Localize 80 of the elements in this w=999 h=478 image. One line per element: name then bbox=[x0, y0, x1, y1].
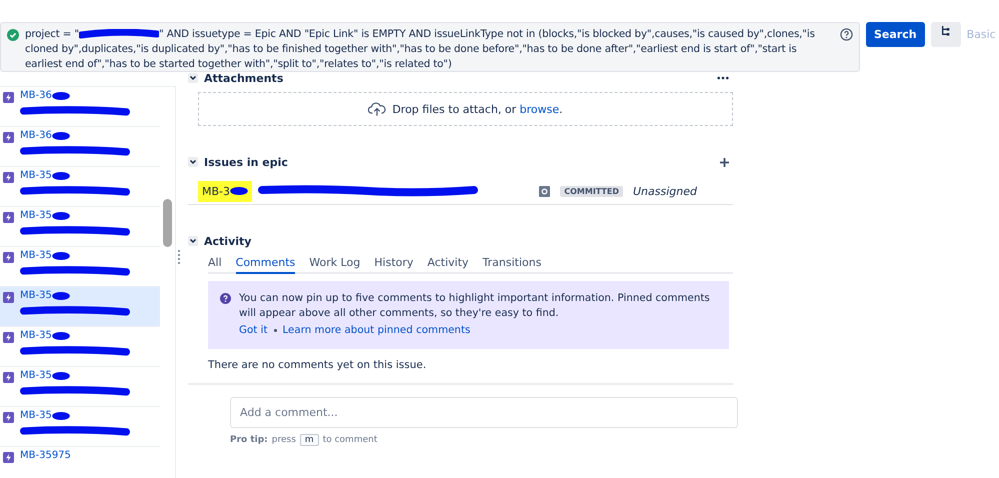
epic-icon bbox=[3, 452, 14, 463]
issue-key[interactable]: MB-35975 bbox=[20, 450, 71, 461]
activity-tab[interactable]: History bbox=[374, 256, 414, 272]
drop-zone[interactable]: Drop files to attach, or browse. bbox=[198, 92, 733, 126]
add-icon[interactable] bbox=[720, 158, 729, 166]
collapse-toggle[interactable] bbox=[188, 73, 198, 83]
epic-icon bbox=[3, 92, 14, 103]
collapse-toggle[interactable] bbox=[188, 236, 198, 246]
learn-more-link[interactable]: Learn more about pinned comments bbox=[282, 323, 470, 338]
activity-tab[interactable]: Transitions bbox=[482, 256, 542, 272]
section-title: Issues in epic bbox=[204, 156, 288, 168]
issue-key[interactable]: MB-35 bbox=[20, 330, 52, 341]
redaction-mark bbox=[52, 172, 70, 180]
valid-check-icon bbox=[7, 29, 19, 41]
query-text: project = " " AND issuetype = Epic AND "Epic Link" is EMPTY AND issueLinkType not in (blocks,"is blocked by",causes,"is caused by",clones,"is cloned by",duplicates,"is duplicated by","has to be finished together with","has to be done before","has to be done after","earliest end is start of","start is earliest end of","has to be started together with","split to","relates to","is related to") bbox=[25, 27, 816, 67]
issue-key[interactable]: MB-35 bbox=[20, 210, 52, 221]
redaction-mark bbox=[52, 292, 70, 300]
issue-list-item[interactable]: MB-35 bbox=[0, 367, 160, 407]
issue-key[interactable]: MB-35 bbox=[20, 370, 52, 381]
activity-tab[interactable]: Comments bbox=[236, 256, 296, 274]
redaction-mark bbox=[52, 212, 70, 220]
issue-list-item[interactable]: MB-35 bbox=[0, 287, 160, 327]
epic-icon bbox=[3, 412, 14, 423]
pro-tip-label: Pro tip: bbox=[230, 435, 268, 445]
issue-key[interactable]: MB-36 bbox=[20, 90, 52, 101]
epic-icon bbox=[3, 132, 14, 143]
query-field[interactable] bbox=[0, 22, 860, 72]
issue-key[interactable]: MB-35 bbox=[20, 250, 52, 261]
activity-tab[interactable]: Activity bbox=[427, 256, 469, 272]
got-it-link[interactable]: Got it bbox=[239, 323, 268, 338]
more-icon[interactable] bbox=[717, 76, 729, 80]
highlighted-issue-key[interactable]: MB-3 bbox=[198, 180, 252, 202]
issue-list-item[interactable]: MB-35975 bbox=[0, 447, 160, 478]
pro-tip-text: press bbox=[272, 435, 296, 445]
issue-key[interactable]: MB-35 bbox=[20, 170, 52, 181]
info-text: You can now pin up to five comments to highlight important information. Pinned comments will appear above all other comments, so they're easy to find. bbox=[239, 291, 711, 321]
redaction-mark bbox=[52, 412, 70, 420]
help-icon[interactable] bbox=[840, 28, 853, 41]
priority-icon bbox=[539, 186, 550, 196]
resize-handle[interactable] bbox=[178, 250, 182, 264]
redaction-mark bbox=[52, 332, 70, 340]
drop-hint: Drop files to attach, or browse. bbox=[392, 102, 563, 116]
epic-icon bbox=[3, 172, 14, 183]
redaction-mark bbox=[52, 92, 70, 100]
epic-icon bbox=[3, 292, 14, 303]
issue-list-item[interactable]: MB-36 bbox=[0, 127, 160, 167]
browse-link[interactable]: browse bbox=[520, 102, 560, 116]
issue-list-item[interactable]: MB-36 bbox=[0, 87, 160, 127]
redaction-mark bbox=[230, 187, 248, 195]
epic-icon bbox=[3, 252, 14, 263]
issue-list-item[interactable]: MB-35 bbox=[0, 207, 160, 247]
issue-list-item[interactable]: MB-35 bbox=[0, 167, 160, 207]
issue-key[interactable]: MB-35 bbox=[20, 410, 52, 421]
pro-tip-text: to comment bbox=[322, 435, 378, 445]
keyboard-key: m bbox=[300, 434, 319, 446]
issue-list-item[interactable]: MB-35 bbox=[0, 327, 160, 367]
collapse-toggle[interactable] bbox=[188, 157, 198, 167]
redaction-mark bbox=[52, 372, 70, 380]
issue-list-item[interactable]: MB-35 bbox=[0, 407, 160, 447]
epic-icon bbox=[3, 332, 14, 343]
comment-field[interactable]: Add a comment... bbox=[230, 397, 738, 428]
redaction-mark bbox=[52, 252, 70, 260]
activity-tab[interactable]: Work Log bbox=[309, 256, 360, 272]
assignee-text: Unassigned bbox=[633, 184, 698, 198]
upload-cloud-icon bbox=[368, 102, 386, 116]
section-title: Activity bbox=[204, 234, 252, 248]
redaction-mark bbox=[52, 132, 70, 140]
status-lozenge: COMMITTED bbox=[560, 186, 623, 196]
issue-key[interactable]: MB-35 bbox=[20, 290, 52, 301]
epic-icon bbox=[3, 372, 14, 383]
epic-icon bbox=[3, 212, 14, 223]
separator-dot bbox=[274, 329, 276, 332]
activity-tab[interactable]: All bbox=[208, 256, 222, 272]
question-icon bbox=[220, 293, 231, 304]
empty-comments-text: There are no comments yet on this issue. bbox=[208, 359, 428, 371]
hierarchy-button[interactable] bbox=[930, 22, 961, 47]
hierarchy-icon bbox=[940, 25, 951, 37]
search-button[interactable]: Search bbox=[866, 22, 925, 47]
section-title: Attachments bbox=[204, 72, 284, 84]
issue-key[interactable]: MB-36 bbox=[20, 130, 52, 141]
